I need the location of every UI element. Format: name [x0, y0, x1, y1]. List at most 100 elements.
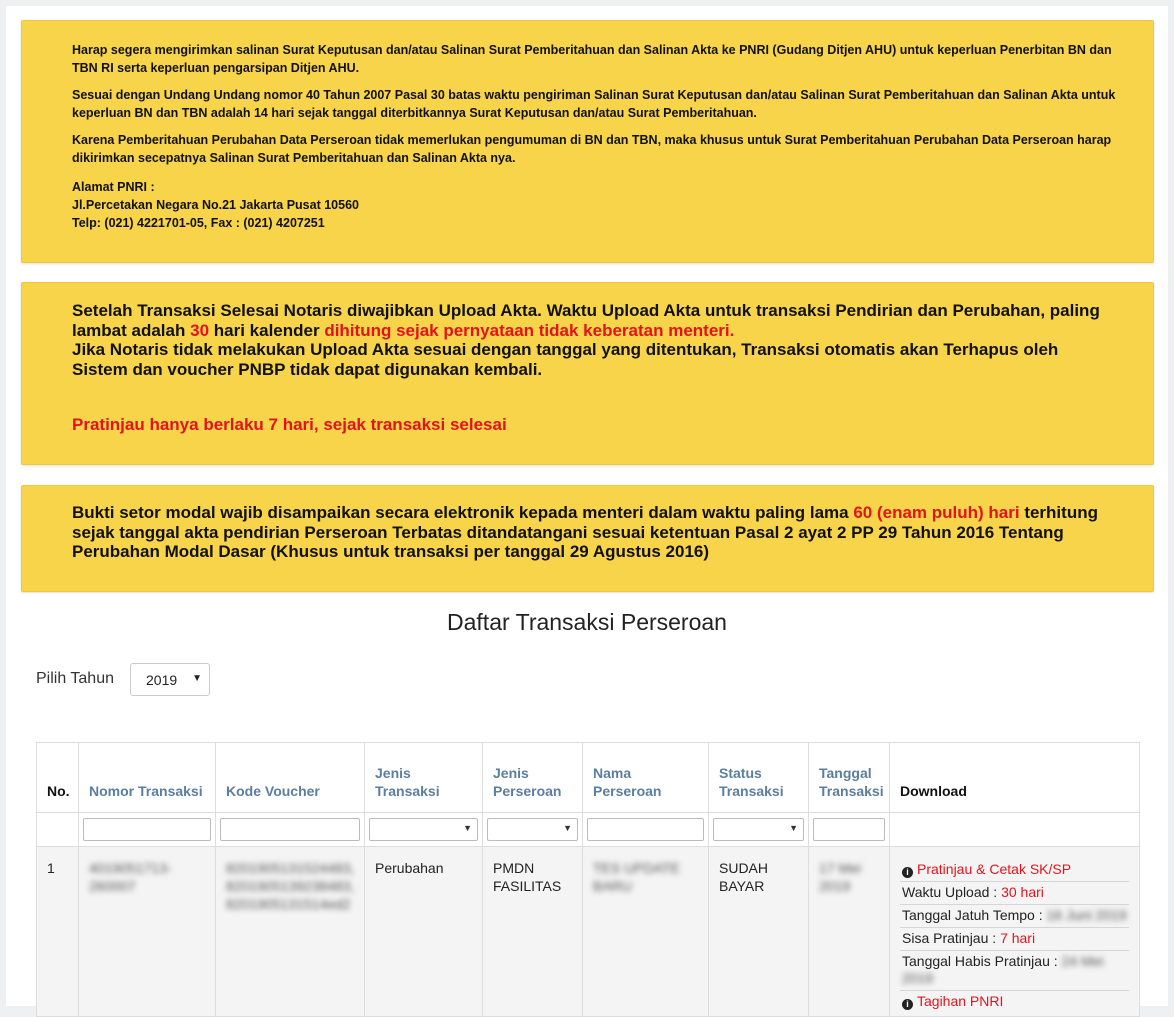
capital-deposit-notice: Bukti setor modal wajib disampaikan seca… — [21, 485, 1154, 592]
filter-status-select[interactable]: ▼ — [713, 818, 804, 841]
preview-print-link[interactable]: i Pratinjau & Cetak SK/SP — [900, 859, 1129, 882]
header-tanggal-line2: Transaksi — [819, 783, 884, 799]
due-date-label: Tanggal Jatuh Tempo : — [902, 907, 1047, 923]
preview-expiry-label: Tanggal Habis Pratinjau : — [902, 953, 1062, 969]
nomor-transaksi-value: 4019051713-260007 — [89, 860, 172, 894]
upload-text-3: dihitung sejak pernyataan tidak keberata… — [324, 320, 735, 340]
kode-voucher-3: 8201905131514ed2 — [226, 896, 351, 912]
pnri-address: Alamat PNRI : Jl.Percetakan Negara No.21… — [72, 178, 1117, 232]
invoice-pnri-link[interactable]: i Tagihan PNRI — [900, 991, 1129, 1013]
transaction-table: No. Nomor Transaksi Kode Voucher Jenis T… — [36, 742, 1140, 1017]
info-icon: i — [902, 867, 913, 878]
tanggal-line2: 2019 — [819, 878, 851, 894]
filter-kode-cell — [215, 812, 365, 847]
filter-no-cell — [36, 812, 79, 847]
filter-nomor-input[interactable] — [83, 818, 211, 841]
nama-perseroan-line1: TES UPDATE — [593, 860, 680, 876]
upload-delete-warning: Jika Notaris tidak melakukan Upload Akta… — [72, 340, 1059, 379]
capital-days: 60 (enam puluh) hari — [853, 503, 1020, 522]
preview-print-link-label: Pratinjau & Cetak SK/SP — [917, 861, 1072, 877]
upload-time-line: Waktu Upload : 30 hari — [900, 882, 1129, 905]
header-status-line2: Transaksi — [719, 783, 784, 799]
year-select-value: 2019 — [146, 672, 178, 688]
nama-perseroan-line2: BARU — [593, 878, 632, 894]
page: Harap segera mengirimkan salinan Surat K… — [6, 6, 1168, 1017]
status-line1: SUDAH — [719, 860, 769, 876]
remaining-preview-value: 7 hari — [1000, 930, 1036, 946]
year-select[interactable]: 2019 ▼ — [130, 663, 210, 696]
filter-status-cell: ▼ — [708, 812, 809, 847]
filter-nama-cell — [582, 812, 709, 847]
header-jenis-perseroan-line1: Jenis — [493, 765, 529, 781]
page-title: Daftar Transaksi Perseroan — [447, 609, 727, 635]
pnri-phone-line: Telp: (021) 4221701-05, Fax : (021) 4207… — [72, 216, 325, 230]
due-date-value: 16 Juni 2019 — [1046, 907, 1127, 923]
cell-nama: TES UPDATE BARU — [582, 846, 709, 1017]
remaining-preview-label: Sisa Pratinjau : — [902, 930, 1001, 946]
cell-download: i Pratinjau & Cetak SK/SP Waktu Upload : … — [889, 846, 1140, 1017]
filter-tanggal-cell — [808, 812, 890, 847]
filter-nama-input[interactable] — [587, 818, 704, 841]
cell-status: SUDAH BAYAR — [708, 846, 809, 1017]
header-nama-perseroan[interactable]: Nama Perseroan — [582, 742, 709, 813]
filter-jenis-cell: ▼ — [364, 812, 483, 847]
header-tanggal-line1: Tanggal — [819, 765, 872, 781]
pnri-notice-p2: Sesuai dengan Undang Undang nomor 40 Tah… — [72, 88, 1116, 120]
cell-jenis: Perubahan — [364, 846, 483, 1017]
remaining-preview-line: Sisa Pratinjau : 7 hari — [900, 928, 1129, 951]
cell-nomor: 4019051713-260007 — [78, 846, 216, 1017]
table-row: 1 4019051713-260007 8201905131524483, 82… — [36, 846, 1140, 1017]
status-line2: BAYAR — [719, 878, 765, 894]
upload-text-2: hari kalender — [209, 320, 325, 340]
pnri-address-line: Jl.Percetakan Negara No.21 Jakarta Pusat… — [72, 198, 359, 212]
pnri-notice-p3: Karena Pemberitahuan Perubahan Data Pers… — [72, 133, 1112, 165]
due-date-line: Tanggal Jatuh Tempo : 16 Juni 2019 — [900, 905, 1129, 928]
filter-jenis-perseroan-select[interactable]: ▼ — [487, 818, 578, 841]
jenis-perseroan-line1: PMDN — [493, 860, 535, 876]
invoice-pnri-link-label: Tagihan PNRI — [917, 993, 1004, 1009]
upload-deadline-notice: Setelah Transaksi Selesai Notaris diwaji… — [21, 282, 1154, 465]
table-header-row: No. Nomor Transaksi Kode Voucher Jenis T… — [36, 742, 1140, 813]
upload-time-label: Waktu Upload : — [902, 884, 1002, 900]
capital-text-1: Bukti setor modal wajib disampaikan seca… — [72, 503, 854, 522]
chevron-down-icon: ▼ — [563, 823, 572, 833]
filter-jenis-select[interactable]: ▼ — [369, 818, 478, 841]
filter-jenis-perseroan-cell: ▼ — [482, 812, 583, 847]
info-icon: i — [902, 999, 913, 1010]
chevron-down-icon: ▼ — [192, 673, 202, 684]
jenis-perseroan-line2: FASILITAS — [493, 878, 562, 894]
header-status-line1: Status — [719, 765, 762, 781]
pnri-notice: Harap segera mengirimkan salinan Surat K… — [21, 20, 1154, 263]
header-nomor-transaksi[interactable]: Nomor Transaksi — [78, 742, 216, 813]
header-no: No. — [36, 742, 79, 813]
pnri-address-label: Alamat PNRI : — [72, 180, 155, 194]
filter-download-cell — [889, 812, 1140, 847]
upload-days: 30 — [190, 320, 210, 340]
cell-kode: 8201905131524483, 8201905139238483, 8201… — [215, 846, 365, 1017]
header-jenis-transaksi[interactable]: Jenis Transaksi — [364, 742, 483, 813]
filter-nomor-cell — [78, 812, 216, 847]
upload-deadline-text: Setelah Transaksi Selesai Notaris diwaji… — [72, 301, 1117, 340]
preview-validity-text: Pratinjau hanya berlaku 7 hari, sejak tr… — [72, 415, 507, 434]
filter-kode-input[interactable] — [220, 818, 360, 841]
pnri-notice-p1: Harap segera mengirimkan salinan Surat K… — [72, 43, 1112, 75]
upload-time-value: 30 hari — [1001, 884, 1044, 900]
kode-voucher-1: 8201905131524483, — [226, 860, 355, 876]
header-status-transaksi[interactable]: Status Transaksi — [708, 742, 809, 813]
cell-no: 1 — [36, 846, 79, 1017]
chevron-down-icon: ▼ — [789, 823, 798, 833]
tanggal-line1: 17 Mei — [819, 860, 862, 876]
header-jenis-perseroan-line2: Perseroan — [493, 783, 562, 799]
filter-row: ▼ ▼ ▼ — [36, 812, 1140, 847]
header-jenis-perseroan[interactable]: Jenis Perseroan — [482, 742, 583, 813]
cell-tanggal: 17 Mei 2019 — [808, 846, 890, 1017]
header-download: Download — [889, 742, 1140, 813]
filter-tanggal-input[interactable] — [813, 818, 885, 841]
header-kode-voucher[interactable]: Kode Voucher — [215, 742, 365, 813]
kode-voucher-2: 8201905139238483, — [226, 878, 355, 894]
year-filter-label: Pilih Tahun — [36, 670, 114, 687]
header-tanggal-transaksi[interactable]: Tanggal Transaksi — [808, 742, 890, 813]
chevron-down-icon: ▼ — [463, 823, 472, 833]
cell-jenis-perseroan: PMDN FASILITAS — [482, 846, 583, 1017]
preview-expiry-line: Tanggal Habis Pratinjau : 24 Mei 2019 — [900, 951, 1129, 991]
